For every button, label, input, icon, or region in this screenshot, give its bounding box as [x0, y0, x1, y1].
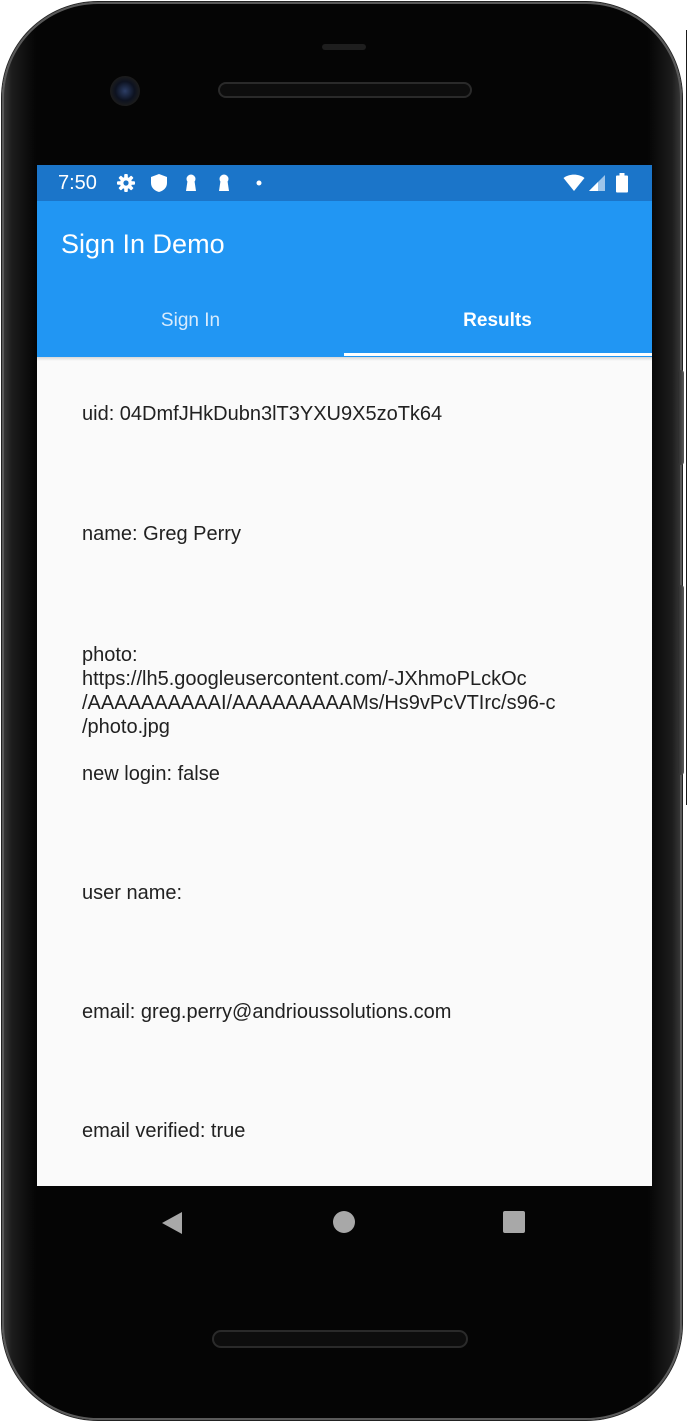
app-bar: Sign In Demo Sign In Results	[37, 201, 652, 357]
email-verified-text: email verified: true	[82, 1120, 246, 1142]
home-icon[interactable]	[333, 1211, 355, 1233]
battery-icon	[616, 173, 628, 193]
photo-url-line: /AAAAAAAAAAI/AAAAAAAAAMs/Hs9vPcVTIrc/s96…	[82, 692, 556, 714]
speaker-grille	[218, 82, 472, 98]
user-name-text: user name:	[82, 882, 183, 904]
photo-url-line: https://lh5.googleusercontent.com/-JXhmo…	[82, 668, 527, 690]
earpiece-slit	[322, 44, 366, 50]
signal-icon	[589, 175, 605, 191]
bottom-speaker-grille	[212, 1330, 468, 1348]
tab-indicator	[344, 353, 652, 356]
shield-icon	[151, 174, 167, 192]
tab-results[interactable]: Results	[344, 285, 651, 357]
name-text: name: Greg Perry	[82, 523, 241, 545]
recents-icon[interactable]	[503, 1211, 525, 1233]
keyhole-icon	[186, 174, 196, 191]
dot-icon	[256, 180, 262, 186]
photo-text: photo: https://lh5.googleusercontent.com…	[82, 643, 602, 739]
power-button	[678, 370, 684, 465]
photo-url-line: /photo.jpg	[82, 716, 170, 738]
phone-frame: 7:50 Sign In Demo Sign In Results uid: 0…	[2, 2, 682, 1420]
tab-bar-shadow	[37, 357, 652, 361]
app-screen: 7:50 Sign In Demo Sign In Results uid: 0…	[37, 165, 652, 1186]
status-time: 7:50	[58, 172, 97, 194]
tab-sign-in[interactable]: Sign In	[37, 285, 344, 357]
volume-rocker	[678, 585, 684, 775]
side-border	[686, 30, 692, 805]
gear-icon	[117, 174, 135, 192]
navigation-bar	[37, 1186, 652, 1258]
email-text: email: greg.perry@andrioussolutions.com	[82, 1001, 452, 1023]
app-title: Sign In Demo	[61, 229, 225, 259]
status-bar: 7:50	[37, 165, 652, 201]
new-login-text: new login: false	[82, 763, 220, 785]
photo-label: photo:	[82, 644, 138, 666]
front-camera	[110, 76, 140, 106]
wifi-icon	[563, 174, 585, 191]
keyhole-icon	[219, 174, 229, 191]
uid-text: uid: 04DmfJHkDubn3lT3YXU9X5zoTk64	[82, 403, 443, 425]
back-icon[interactable]	[160, 1210, 184, 1236]
